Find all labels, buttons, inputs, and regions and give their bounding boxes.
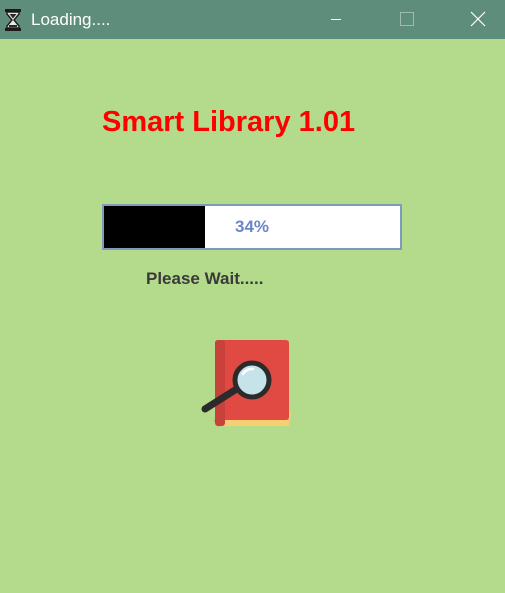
minimize-button[interactable] [313, 0, 359, 39]
hourglass-icon [4, 9, 22, 31]
close-icon [470, 11, 486, 27]
window-title: Loading.... [31, 10, 111, 29]
minimize-icon [331, 19, 341, 20]
progress-bar: 34% [102, 204, 402, 250]
app-title: Smart Library 1.01 [102, 106, 356, 138]
maximize-button[interactable] [383, 0, 429, 39]
progress-label: 34% [234, 217, 270, 236]
close-button[interactable] [454, 0, 500, 39]
wait-message: Please Wait..... [146, 269, 264, 288]
maximize-icon [400, 12, 414, 26]
book-search-icon [199, 332, 299, 436]
window-titlebar[interactable]: Loading.... [0, 0, 505, 39]
